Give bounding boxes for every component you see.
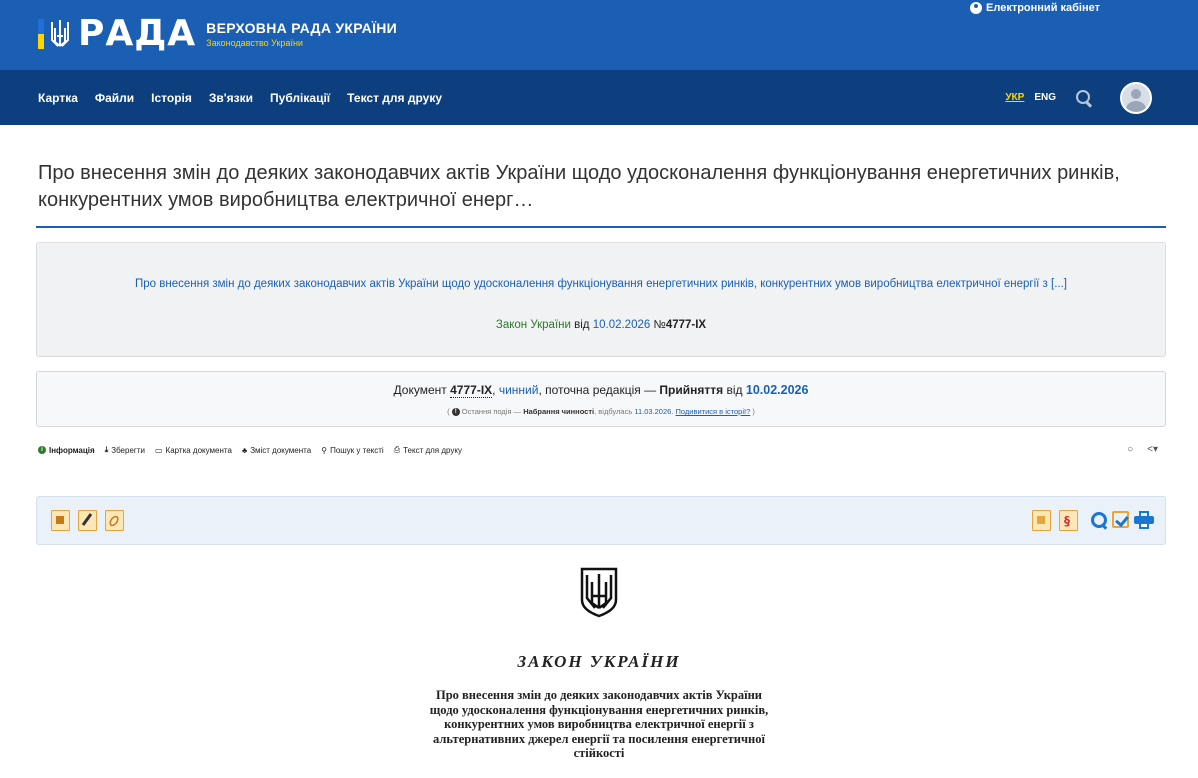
logo-title: ВЕРХОВНА РАДА УКРАЇНИ [206, 20, 398, 36]
search-text-button[interactable]: ⚲ Пошук у тексті [321, 446, 383, 455]
page-title: Про внесення змін до деяких законодавчих… [38, 162, 1120, 211]
adoption-label: Прийняття [659, 383, 724, 397]
info-button[interactable]: i Інформація [38, 446, 95, 455]
trident-icon [51, 20, 69, 47]
lang-eng[interactable]: ENG [1034, 92, 1056, 103]
sitemap-icon: ♣ [241, 445, 248, 455]
info-icon: ! [451, 408, 460, 417]
contents-button[interactable]: ♣ Зміст документа [242, 446, 311, 455]
event-date: 11.03.2026. [634, 407, 674, 416]
status-badge[interactable]: чинний [499, 383, 539, 397]
law-title: Про внесення змін до деяких законодавчих… [429, 688, 769, 761]
share-icon[interactable]: <▾ [1147, 444, 1158, 455]
document-summary: Про внесення змін до деяких законодавчих… [36, 242, 1166, 357]
paragraph-icon[interactable]: § [1059, 510, 1078, 531]
user-circle-icon [970, 2, 983, 14]
nav-item-print-text[interactable]: Текст для друку [347, 91, 442, 105]
zoom-search-icon[interactable] [1091, 512, 1107, 528]
printer-icon: ⎙ [393, 445, 401, 454]
folder-icon: ▭ [154, 445, 163, 455]
main-nav: Картка Файли Історія Зв'язки Публікації … [0, 70, 1198, 125]
settings-icon[interactable]: ○ [1127, 444, 1133, 455]
nav-item-card[interactable]: Картка [38, 91, 78, 105]
adoption-date[interactable]: 10.02.2026 [746, 383, 809, 397]
print-button[interactable]: ⎙ Текст для друку [394, 445, 462, 455]
check-icon[interactable] [1112, 511, 1129, 528]
download-icon: ⤓ [104, 445, 109, 454]
coat-of-arms-icon [580, 567, 618, 618]
logo-word: РАДА [78, 13, 197, 54]
document-status: Документ 4777-IX, чинний, поточна редакц… [36, 371, 1166, 427]
magnifier-icon: ⚲ [321, 445, 328, 455]
doc-attachment-icon[interactable] [105, 510, 124, 531]
nav-item-history[interactable]: Історія [151, 91, 192, 105]
doc-copy-icon[interactable] [1032, 510, 1051, 531]
search-icon[interactable] [1076, 89, 1092, 106]
document-icon-bar: § [36, 496, 1166, 545]
cabinet-label: Електронний кабінет [986, 2, 1100, 14]
site-logo[interactable]: РАДА ВЕРХОВНА РАДА УКРАЇНИ Законодавство… [38, 10, 397, 58]
nav-item-publications[interactable]: Публікації [270, 91, 330, 105]
doc-edit-icon[interactable] [78, 510, 97, 531]
status-doc-number[interactable]: 4777-IX [450, 383, 493, 398]
doc-type[interactable]: Закон України [496, 319, 571, 331]
history-link[interactable]: Подивитися в історії? [676, 407, 751, 416]
summary-link[interactable]: Про внесення змін до деяких законодавчих… [77, 275, 1125, 294]
avatar[interactable] [1120, 81, 1152, 114]
law-heading: ЗАКОН УКРАЇНИ [517, 652, 681, 671]
toolbar-right: ○ <▾ [1127, 444, 1158, 455]
last-event: Набрання чинності [523, 407, 595, 416]
nav-item-relations[interactable]: Зв'язки [209, 91, 253, 105]
info-circle-icon: i [38, 446, 46, 454]
nav-item-files[interactable]: Файли [95, 91, 134, 105]
save-button[interactable]: ⤓ Зберегти [105, 445, 145, 455]
cabinet-link[interactable]: Електронний кабінет [970, 2, 1100, 14]
lang-ukr[interactable]: УКР [1005, 92, 1024, 103]
logo-subtitle: Законодавство України [206, 38, 303, 48]
doc-number: 4777-IX [665, 319, 707, 331]
document-toolbar: i Інформація ⤓ Зберегти ▭ Картка докумен… [38, 443, 462, 457]
card-button[interactable]: ▭ Картка документа [155, 446, 232, 455]
doc-date[interactable]: 10.02.2026 [593, 319, 651, 331]
title-divider [36, 226, 1166, 228]
print-icon[interactable] [1134, 511, 1154, 529]
doc-archive-icon[interactable] [51, 510, 70, 531]
flag-icon [38, 19, 44, 49]
summary-meta: Закон України від 10.02.2026 №4777-IX [495, 319, 707, 331]
site-header: РАДА ВЕРХОВНА РАДА УКРАЇНИ Законодавство… [0, 0, 1198, 70]
